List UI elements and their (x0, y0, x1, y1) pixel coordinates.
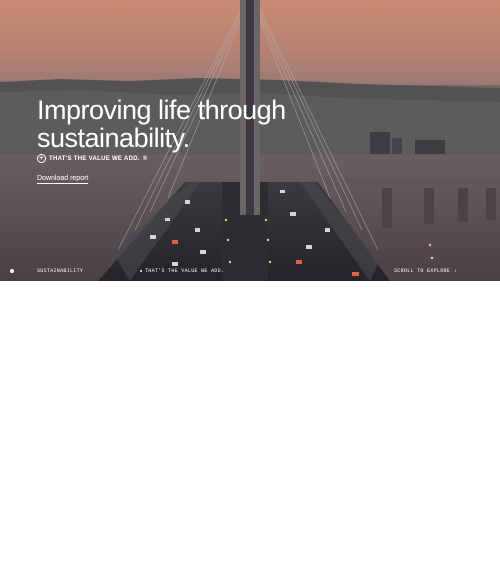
tagline-text: THAT'S THE VALUE WE ADD. (49, 155, 140, 162)
scroll-to-explore-button[interactable]: SCROLL TO EXPLORE ↓ (394, 268, 457, 274)
registered-mark: ® (142, 155, 148, 162)
tagline: + THAT'S THE VALUE WE ADD. ® (37, 154, 148, 163)
slide-indicator-dot[interactable] (10, 269, 14, 273)
bullet-icon (140, 270, 142, 272)
footer-tagline: THAT'S THE VALUE WE ADD. (140, 268, 224, 274)
plus-circle-icon: + (37, 154, 46, 163)
download-report-link[interactable]: Download report (37, 175, 89, 184)
section-label: SUSTAINABILITY (37, 268, 84, 274)
arrow-down-icon: ↓ (454, 268, 458, 274)
hero-title-line-2: sustainability. (37, 123, 190, 153)
hero-title: Improving life through sustainability. (37, 96, 286, 152)
hero-section: Improving life through sustainability. +… (0, 0, 500, 281)
scroll-label: SCROLL TO EXPLORE (394, 268, 451, 274)
hero-title-line-1: Improving life through (37, 95, 286, 125)
hero-footer-bar: SUSTAINABILITY THAT'S THE VALUE WE ADD. … (0, 266, 500, 276)
footer-tagline-text: THAT'S THE VALUE WE ADD. (145, 268, 225, 274)
